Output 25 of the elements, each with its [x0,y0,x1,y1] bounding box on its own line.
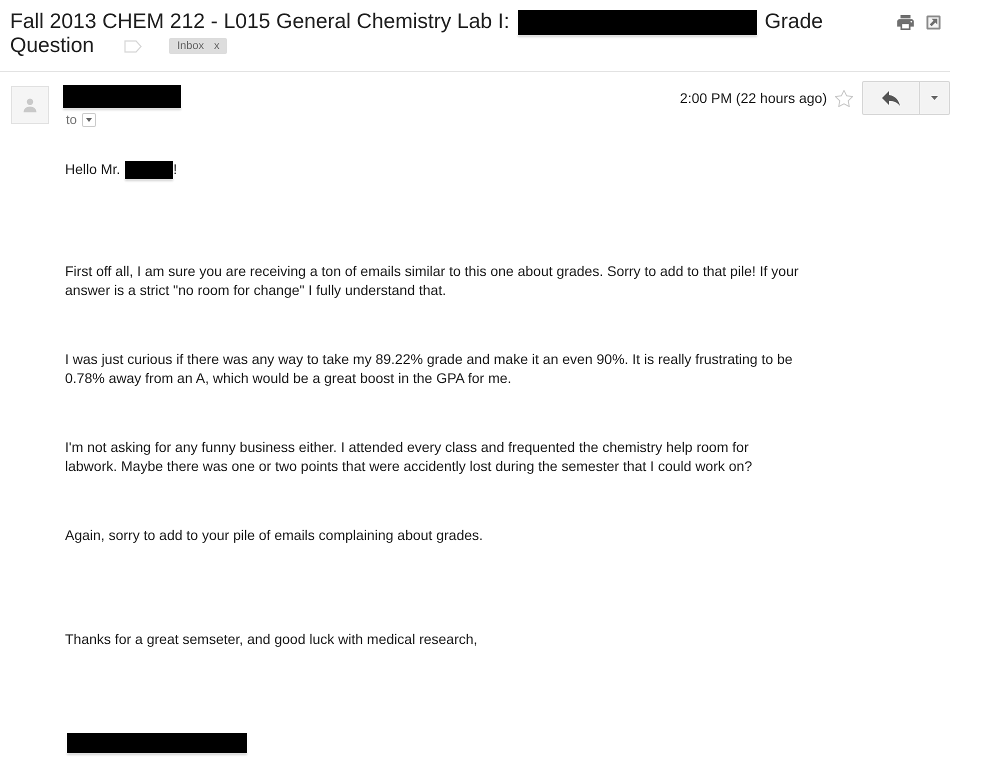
avatar-icon [11,86,49,124]
greeting-text: Hello Mr. [65,160,120,179]
body-paragraph: Again, sorry to add to your pile of emails complaining about grades. [65,526,483,545]
recipient-dropdown-button[interactable] [82,113,96,127]
recipient-label: to [66,113,77,127]
star-icon[interactable] [835,90,853,106]
reply-icon [882,90,900,106]
closing-line: Thanks for a great semseter, and good luck with medical research, [65,630,478,649]
subject-text: Grade [764,10,823,34]
greeting-text: ! [173,160,178,179]
subject-text: Question [10,34,94,58]
new-window-icon[interactable] [926,15,941,30]
message-time: 2:00 PM (22 hours ago) [680,90,827,106]
remove-label-button[interactable]: x [214,38,220,54]
caret-icon [86,118,92,122]
redaction-bar [125,160,174,178]
reply-button[interactable] [862,81,920,115]
body-paragraph: I was just curious if there was any way to take my 89.22% grade and make it an even 90%. It is really frustrating to be 0.78% away from an A, which would be a great boost in the GPA for me. [65,350,793,388]
body-paragraph: First off all, I am sure you are receiving a ton of emails similar to this one about grades. Sorry to add to that pile! If your answer is a strict "no room for change" I fully understand that. [65,262,799,300]
body-paragraph: I'm not asking for any funny business either. I attended every class and frequented the chemistry help room for labwork. Maybe there was one or two points that were accidently lost during the semester that I could work on? [65,438,752,476]
label-text: Inbox [177,39,204,54]
print-icon[interactable] [897,15,914,30]
subject-text: Fall 2013 CHEM 212 - L015 General Chemistry Lab I: [10,10,510,34]
caret-icon [931,96,938,100]
label-tag[interactable]: Inbox x [169,38,228,54]
